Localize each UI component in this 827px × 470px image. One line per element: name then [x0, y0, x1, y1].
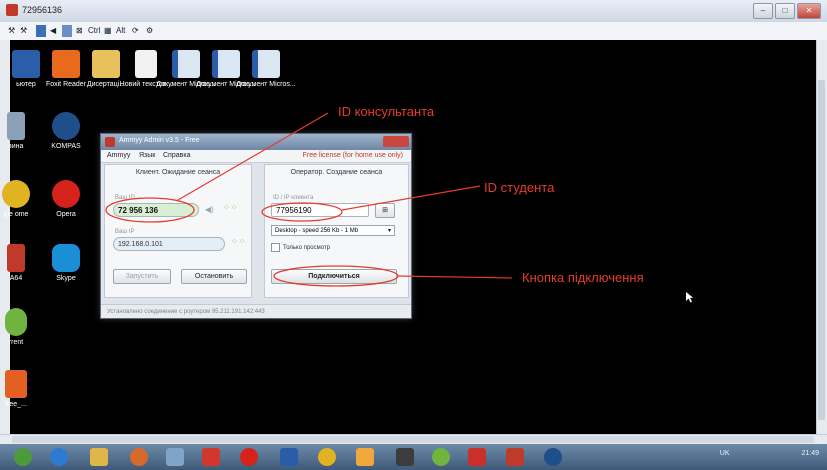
kompas-icon[interactable] [544, 448, 562, 466]
consultant-id-pointer [177, 112, 329, 201]
ammyy-taskbar-icon[interactable] [506, 448, 524, 466]
ie-icon[interactable] [50, 448, 68, 466]
player-icon[interactable] [356, 448, 374, 466]
yandex-icon[interactable] [468, 448, 486, 466]
consultant-id-annotation: ID консультанта [338, 104, 435, 119]
student-id-annotation: ID студента [484, 180, 555, 195]
start-button-icon[interactable] [14, 448, 32, 466]
mouse-cursor-icon [686, 292, 694, 303]
app-icon[interactable] [202, 448, 220, 466]
bluetooth-icon[interactable] [280, 448, 298, 466]
media-player-icon[interactable] [130, 448, 148, 466]
utorrent-icon[interactable] [432, 448, 450, 466]
student-id-pointer [341, 185, 481, 211]
chrome-icon[interactable] [318, 448, 336, 466]
connect-button-pointer [397, 275, 513, 279]
scroll-thumb[interactable] [818, 80, 825, 420]
connect-button-ellipse [273, 265, 399, 287]
taskbar: UK 21:49 [0, 444, 827, 470]
terminal-icon[interactable] [396, 448, 414, 466]
system-tray: UK 21:49 [720, 450, 819, 457]
language-indicator[interactable]: UK [720, 450, 730, 457]
volume-icon[interactable] [166, 448, 184, 466]
annotation-overlay [105, 112, 694, 303]
connect-button-annotation: Кнопка підключення [522, 270, 644, 285]
clock[interactable]: 21:49 [801, 450, 819, 457]
explorer-icon[interactable] [90, 448, 108, 466]
opera-icon[interactable] [240, 448, 258, 466]
scroll-thumb[interactable] [12, 436, 814, 443]
student-id-ellipse [261, 202, 343, 222]
vertical-scrollbar[interactable] [816, 40, 827, 440]
consultant-id-ellipse [105, 197, 195, 223]
